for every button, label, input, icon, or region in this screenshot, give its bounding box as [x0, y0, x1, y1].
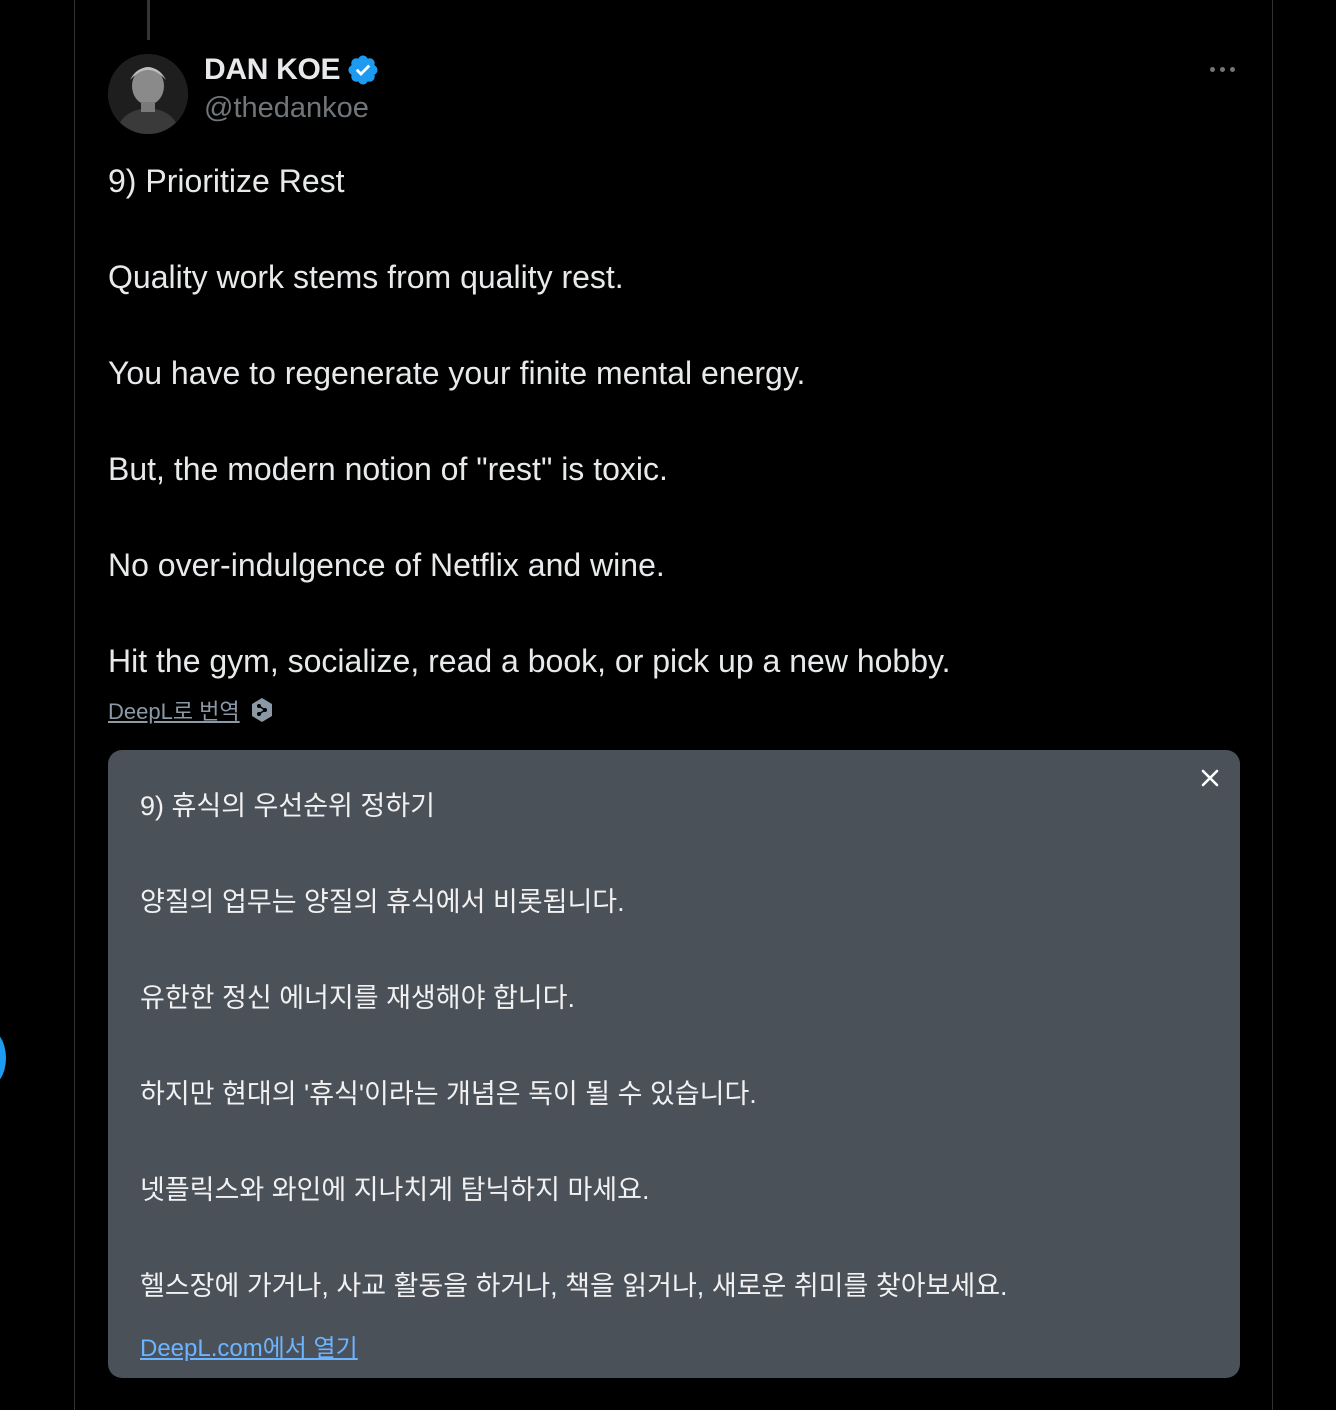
avatar[interactable] [108, 54, 188, 134]
author-name[interactable]: DAN KOE [204, 53, 341, 87]
open-in-deepl-link[interactable]: DeepL.com에서 열기 [140, 1328, 358, 1363]
more-horizontal-icon[interactable] [1200, 52, 1244, 86]
deepl-translate-row[interactable]: DeepL로 번역 [108, 694, 276, 726]
tweet-line: 9) Prioritize Rest [108, 163, 345, 199]
compose-fab-button[interactable] [0, 1028, 6, 1088]
tweet-line: Hit the gym, socialize, read a book, or … [108, 643, 951, 679]
tweet-body: 9) Prioritize Rest Quality work stems fr… [108, 162, 1238, 738]
deepl-translation-panel: 9) 휴식의 우선순위 정하기 양질의 업무는 양질의 휴식에서 비롯됩니다. … [108, 750, 1240, 1378]
deepl-logo-icon[interactable] [248, 696, 276, 724]
thread-connector-line [147, 0, 150, 40]
translation-text: 9) 휴식의 우선순위 정하기 양질의 업무는 양질의 휴식에서 비롯됩니다. … [140, 788, 1220, 1364]
translation-line: 9) 휴식의 우선순위 정하기 [140, 791, 435, 821]
author-handle[interactable]: @thedankoe [204, 92, 369, 125]
column-border-right [1272, 0, 1273, 1410]
verified-badge-icon[interactable] [346, 53, 380, 87]
tweet-line: Quality work stems from quality rest. [108, 259, 624, 295]
author-name-row[interactable]: DAN KOE [204, 50, 380, 90]
tweet-line: No over-indulgence of Netflix and wine. [108, 547, 665, 583]
deepl-translate-link[interactable]: DeepL로 번역 [108, 694, 240, 726]
column-border-left [74, 0, 75, 1410]
translation-line: 유한한 정신 에너지를 재생해야 합니다. [140, 983, 575, 1013]
translation-line: 하지만 현대의 '휴식'이라는 개념은 독이 될 수 있습니다. [140, 1079, 757, 1109]
translation-line: 넷플릭스와 와인에 지나치게 탐닉하지 마세요. [140, 1175, 650, 1205]
tweet-line: But, the modern notion of "rest" is toxi… [108, 451, 668, 487]
translation-line: 양질의 업무는 양질의 휴식에서 비롯됩니다. [140, 887, 625, 917]
tweet-line: You have to regenerate your finite menta… [108, 355, 806, 391]
